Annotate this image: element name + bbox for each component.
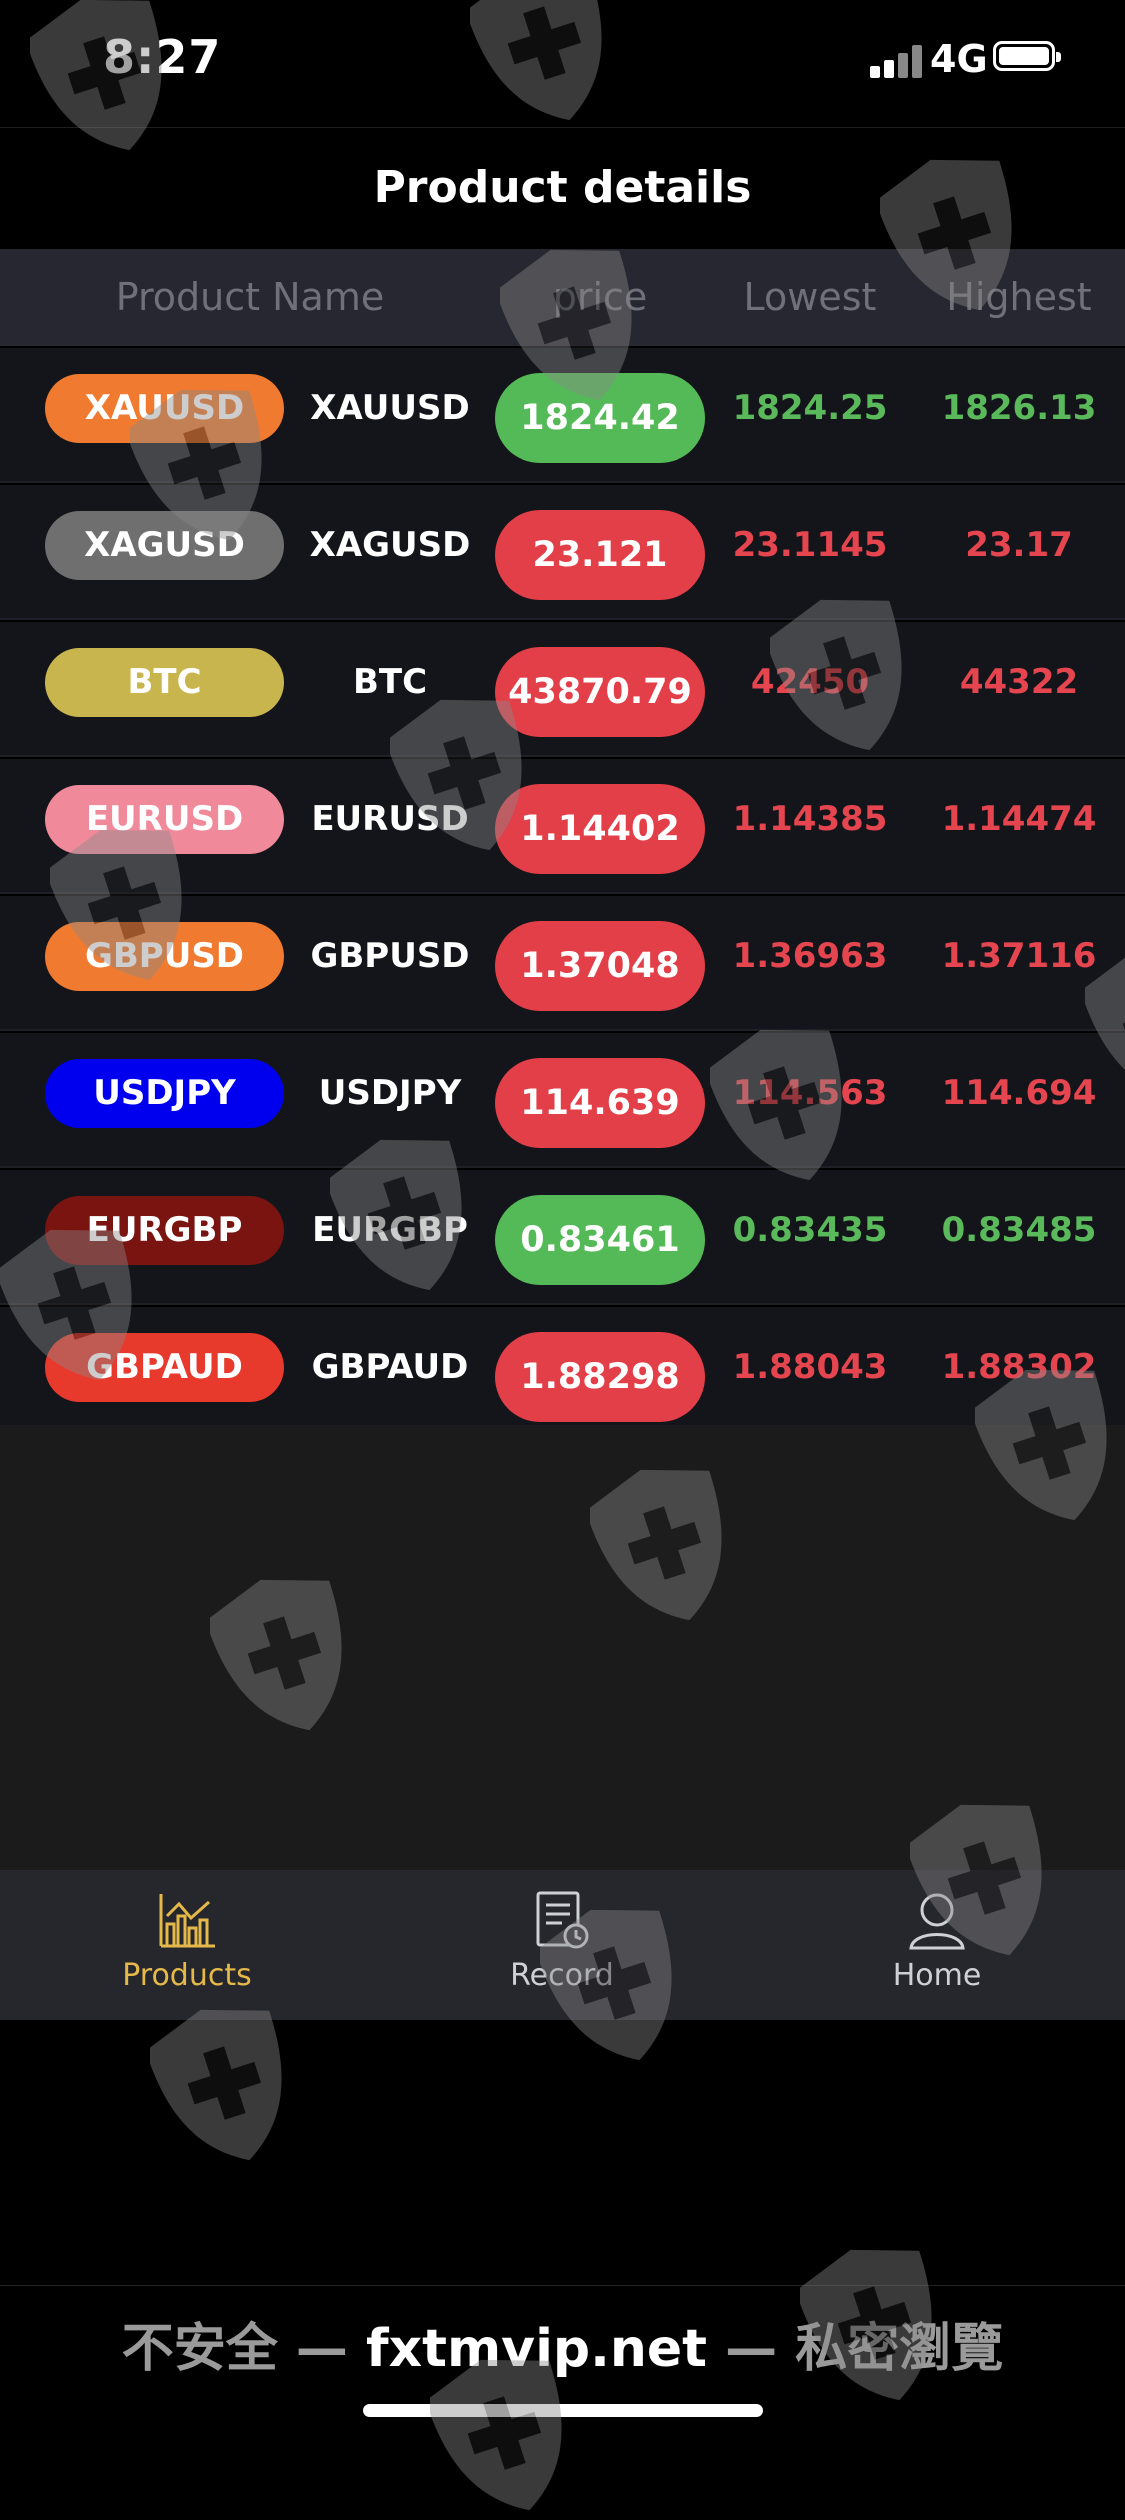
- highest-value: 23.17: [965, 525, 1073, 565]
- symbol-badge: EURGBP: [45, 1196, 284, 1265]
- product-row[interactable]: BTC BTC 43870.79 42450 44322: [0, 622, 1125, 757]
- private-browsing-label: — 私密瀏覽: [707, 2319, 1004, 2379]
- symbol-badge: BTC: [45, 648, 284, 717]
- bottom-tab-bar: Products Record Home: [0, 1870, 1125, 2020]
- security-warning: 不安全 —: [121, 2319, 366, 2379]
- product-name: EURGBP: [312, 1210, 468, 1250]
- browser-address-bar[interactable]: 不安全 — fxtmvip.net — 私密瀏覽: [0, 2285, 1125, 2437]
- highest-value: 1.88302: [941, 1347, 1097, 1387]
- site-domain: fxtmvip.net: [365, 2319, 708, 2379]
- safe-area-spacer: [0, 2020, 1125, 2285]
- tab-label: Record: [510, 1958, 614, 1993]
- user-icon: [909, 1893, 965, 1950]
- symbol-badge: GBPAUD: [45, 1333, 284, 1402]
- product-row[interactable]: XAUUSD XAUUSD 1824.42 1824.25 1826.13: [0, 348, 1125, 483]
- product-name: BTC: [352, 662, 428, 702]
- symbol-badge: EURUSD: [45, 785, 284, 854]
- price-pill: 1824.42: [495, 373, 705, 463]
- product-name: EURUSD: [311, 799, 469, 839]
- highest-value: 44322: [959, 662, 1079, 702]
- product-row[interactable]: XAGUSD XAGUSD 23.121 23.1145 23.17: [0, 485, 1125, 620]
- tab-products[interactable]: Products: [77, 1870, 297, 2020]
- product-name: XAGUSD: [309, 525, 471, 565]
- empty-content-area: [0, 1425, 1125, 1870]
- signal-strength-icon: [870, 44, 926, 78]
- product-list: XAUUSD XAUUSD 1824.42 1824.25 1826.13 XA…: [0, 348, 1125, 1444]
- tab-label: Home: [892, 1958, 982, 1993]
- lowest-value: 0.83435: [732, 1210, 888, 1250]
- price-pill: 43870.79: [495, 647, 705, 737]
- symbol-badge: GBPUSD: [45, 922, 284, 991]
- page-header: Product details: [0, 127, 1125, 248]
- record-icon: [536, 1891, 589, 1949]
- lowest-value: 114.563: [732, 1073, 888, 1113]
- lowest-value: 1824.25: [732, 388, 888, 428]
- product-name: GBPUSD: [310, 936, 470, 976]
- price-pill: 0.83461: [495, 1195, 705, 1285]
- chart-icon: [159, 1894, 215, 1948]
- lowest-value: 23.1145: [732, 525, 888, 565]
- table-header: Product Name price Lowest Highest: [0, 249, 1125, 346]
- tab-label: Products: [122, 1958, 252, 1993]
- lowest-value: 1.14385: [732, 799, 888, 839]
- network-type: 4G: [930, 37, 988, 81]
- product-row[interactable]: GBPAUD GBPAUD 1.88298 1.88043 1.88302: [0, 1307, 1125, 1442]
- lowest-value: 1.88043: [732, 1347, 888, 1387]
- product-name: USDJPY: [318, 1073, 462, 1113]
- symbol-badge: USDJPY: [45, 1059, 284, 1128]
- tab-record[interactable]: Record: [452, 1870, 672, 2020]
- highest-value: 1.14474: [941, 799, 1097, 839]
- product-name: XAUUSD: [310, 388, 470, 428]
- price-pill: 1.37048: [495, 921, 705, 1011]
- column-header-lowest: Lowest: [743, 275, 877, 319]
- symbol-badge: XAUUSD: [45, 374, 284, 443]
- lowest-value: 1.36963: [732, 936, 888, 976]
- column-header-highest: Highest: [946, 275, 1092, 319]
- home-indicator[interactable]: [363, 2404, 763, 2417]
- tab-home[interactable]: Home: [827, 1870, 1047, 2020]
- highest-value: 1826.13: [941, 388, 1097, 428]
- battery-icon: [993, 41, 1061, 71]
- price-pill: 1.88298: [495, 1332, 705, 1422]
- product-row[interactable]: USDJPY USDJPY 114.639 114.563 114.694: [0, 1033, 1125, 1168]
- page-title: Product details: [373, 162, 752, 213]
- highest-value: 1.37116: [941, 936, 1097, 976]
- lowest-value: 42450: [750, 662, 870, 702]
- price-pill: 1.14402: [495, 784, 705, 874]
- address-text[interactable]: 不安全 — fxtmvip.net — 私密瀏覽: [0, 2306, 1125, 2381]
- highest-value: 114.694: [941, 1073, 1097, 1113]
- product-row[interactable]: GBPUSD GBPUSD 1.37048 1.36963 1.37116: [0, 896, 1125, 1031]
- status-time: 8:27: [103, 30, 222, 84]
- status-bar: 8:27 4G: [0, 0, 1125, 125]
- price-pill: 23.121: [495, 510, 705, 600]
- highest-value: 0.83485: [941, 1210, 1097, 1250]
- product-row[interactable]: EURGBP EURGBP 0.83461 0.83435 0.83485: [0, 1170, 1125, 1305]
- column-header-product-name: Product Name: [115, 275, 385, 319]
- symbol-badge: XAGUSD: [45, 511, 284, 580]
- product-row[interactable]: EURUSD EURUSD 1.14402 1.14385 1.14474: [0, 759, 1125, 894]
- column-header-price: price: [552, 275, 648, 319]
- price-pill: 114.639: [495, 1058, 705, 1148]
- product-name: GBPAUD: [311, 1347, 469, 1387]
